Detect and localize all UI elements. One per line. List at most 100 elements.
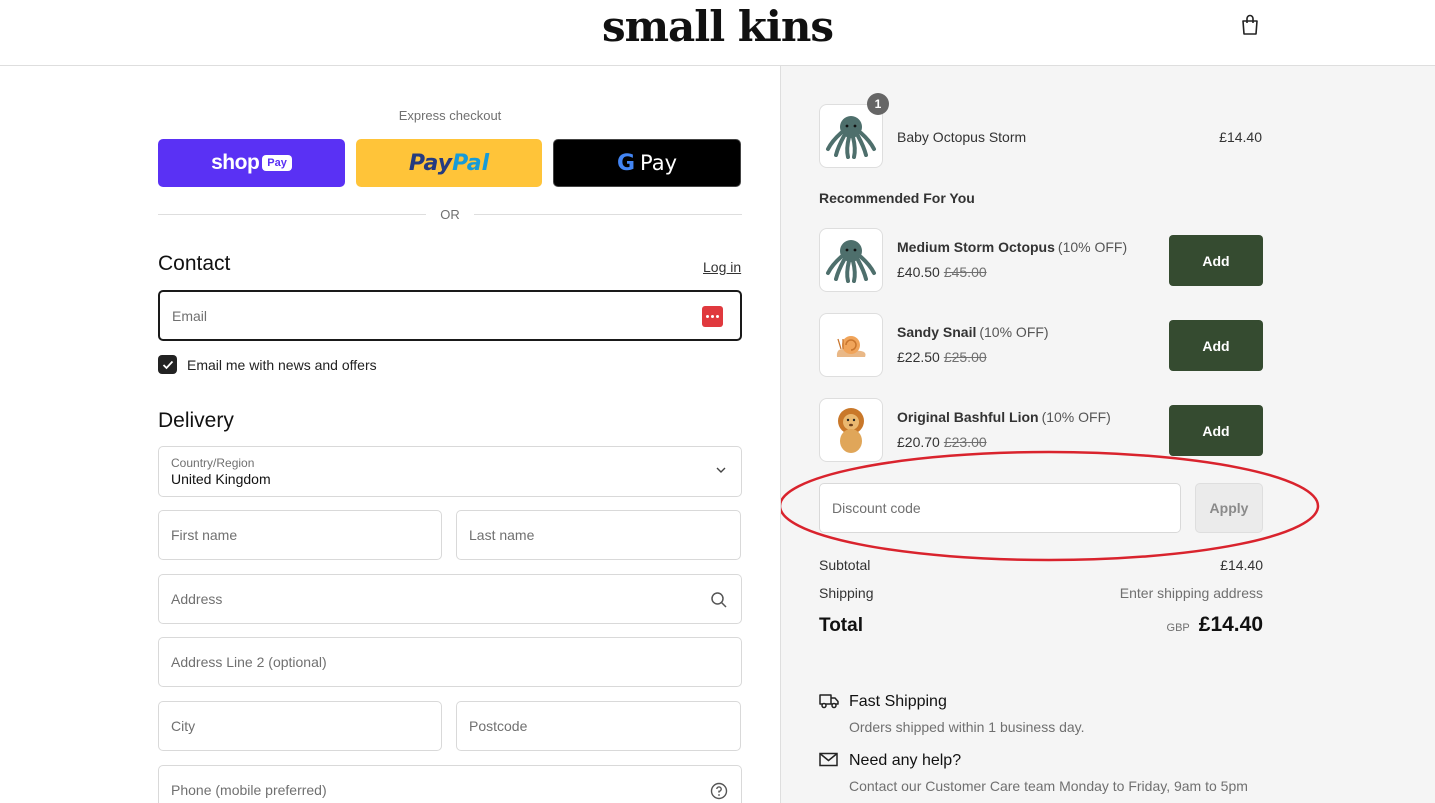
recommended-thumbnail[interactable] xyxy=(819,228,883,292)
shop-pay-word: shop xyxy=(211,151,260,174)
logo[interactable]: small kins xyxy=(0,2,1435,51)
country-value: United Kingdom xyxy=(171,471,271,487)
recommended-thumbnail[interactable] xyxy=(819,398,883,462)
divider-line xyxy=(473,213,742,215)
shop-pay-button[interactable]: shop Pay xyxy=(158,139,345,187)
recommended-sale-price: £40.50 xyxy=(897,264,940,280)
add-button[interactable]: Add xyxy=(1169,235,1263,286)
recommended-name-text: Sandy Snail xyxy=(897,324,977,340)
quantity-badge: 1 xyxy=(867,93,889,115)
email-field[interactable]: Email xyxy=(158,290,742,341)
total-label: Total xyxy=(819,615,863,636)
first-name-field[interactable]: First name xyxy=(158,510,442,560)
recommended-item: Original Bashful Lion (10% OFF) £20.70 £23… xyxy=(819,398,1263,462)
help-title: Need any help? xyxy=(849,752,962,769)
first-name-placeholder: First name xyxy=(171,527,238,543)
help-circle-icon[interactable] xyxy=(710,782,728,800)
address-field[interactable]: Address xyxy=(158,574,742,624)
newsletter-option: Email me with news and offers xyxy=(158,355,377,374)
total-value: £14.40 xyxy=(1198,613,1263,636)
newsletter-checkbox[interactable] xyxy=(158,355,177,374)
recommended-discount: (10% OFF) xyxy=(1057,239,1128,255)
google-pay-button[interactable]: G Pay xyxy=(553,139,741,187)
postcode-field[interactable]: Postcode xyxy=(456,701,741,751)
google-g-icon: G xyxy=(616,150,636,176)
divider-line xyxy=(158,213,427,215)
phone-placeholder: Phone (mobile preferred) xyxy=(171,782,327,798)
recommended-price: £40.50 £45.00 xyxy=(897,264,987,280)
fast-shipping-text: Orders shipped within 1 business day. xyxy=(849,719,1085,735)
total-row: Total GBP £14.40 xyxy=(819,613,1263,641)
recommended-thumbnail[interactable] xyxy=(819,313,883,377)
truck-icon xyxy=(819,694,839,709)
snail-image xyxy=(836,336,866,357)
recommended-item: Medium Storm Octopus (10% OFF) £40.50 £45.… xyxy=(819,228,1263,292)
password-manager-icon[interactable] xyxy=(702,306,723,327)
add-button[interactable]: Add xyxy=(1169,320,1263,371)
recommended-old-price: £25.00 xyxy=(943,349,987,365)
contact-title: Contact xyxy=(158,252,231,275)
paypal-logo-pay: Pay xyxy=(408,150,453,176)
last-name-placeholder: Last name xyxy=(469,527,535,543)
email-placeholder: Email xyxy=(172,307,208,324)
fast-shipping-title: Fast Shipping xyxy=(849,693,947,710)
mail-icon xyxy=(819,752,838,767)
or-divider: OR xyxy=(158,206,742,222)
login-link[interactable]: Log in xyxy=(703,259,741,275)
newsletter-label: Email me with news and offers xyxy=(187,356,377,373)
product-price: £14.40 xyxy=(1219,129,1262,145)
octopus-image xyxy=(826,240,876,283)
recommended-sale-price: £22.50 xyxy=(897,349,940,365)
recommended-name: Original Bashful Lion (10% OFF) xyxy=(897,409,1111,425)
currency-code: GBP xyxy=(1166,622,1190,634)
express-checkout-label: Express checkout xyxy=(398,108,502,123)
add-button[interactable]: Add xyxy=(1169,405,1263,456)
subtotal-row: Subtotal £14.40 xyxy=(819,557,1263,573)
check-icon xyxy=(162,360,173,369)
header: small kins xyxy=(0,0,1435,66)
city-placeholder: City xyxy=(171,718,196,734)
paypal-logo: PayPal xyxy=(409,151,489,176)
paypal-logo-pal: Pal xyxy=(452,150,490,176)
address-placeholder: Address xyxy=(171,591,223,607)
recommended-old-price: £45.00 xyxy=(943,264,987,280)
checkout-form: Express checkout shop Pay PayPal G Pay O… xyxy=(0,66,780,803)
city-field[interactable]: City xyxy=(158,701,442,751)
paypal-button[interactable]: PayPal xyxy=(356,139,542,187)
phone-field[interactable]: Phone (mobile preferred) xyxy=(158,765,742,803)
search-icon[interactable] xyxy=(710,591,728,609)
country-label: Country/Region xyxy=(171,456,255,470)
shipping-value: Enter shipping address xyxy=(1119,585,1263,601)
recommended-discount: (10% OFF) xyxy=(979,324,1049,340)
recommended-sale-price: £20.70 xyxy=(897,434,940,450)
recommended-discount: (10% OFF) xyxy=(1041,409,1111,425)
discount-code-field[interactable]: Discount code xyxy=(819,483,1181,533)
cart-button[interactable] xyxy=(1238,12,1262,38)
delivery-title: Delivery xyxy=(158,409,234,432)
shopping-bag-icon xyxy=(1242,14,1258,35)
discount-code-placeholder: Discount code xyxy=(832,500,921,516)
postcode-placeholder: Postcode xyxy=(469,718,528,734)
recommended-title: Recommended For You xyxy=(819,190,975,206)
shipping-label: Shipping xyxy=(819,585,874,601)
subtotal-label: Subtotal xyxy=(819,557,871,573)
order-summary: 1 Baby Octopus Storm £14.40 Recommended … xyxy=(780,66,1435,803)
recommended-item: Sandy Snail (10% OFF) £22.50 £25.00 Add xyxy=(819,313,1263,377)
total-price: GBP £14.40 xyxy=(1167,613,1263,637)
chevron-down-icon xyxy=(716,467,726,473)
last-name-field[interactable]: Last name xyxy=(456,510,741,560)
or-text: OR xyxy=(440,206,460,222)
recommended-price: £22.50 £25.00 xyxy=(897,349,987,365)
address-line-2-placeholder: Address Line 2 (optional) xyxy=(171,654,327,670)
country-select[interactable]: Country/Region United Kingdom xyxy=(158,446,742,497)
google-pay-word: Pay xyxy=(640,151,678,175)
subtotal-value: £14.40 xyxy=(1220,557,1263,573)
lion-image xyxy=(838,408,864,453)
recommended-name-text: Medium Storm Octopus xyxy=(897,239,1055,255)
product-name: Baby Octopus Storm xyxy=(897,129,1027,145)
octopus-image xyxy=(826,116,876,159)
recommended-old-price: £23.00 xyxy=(943,434,987,450)
apply-button[interactable]: Apply xyxy=(1195,483,1263,533)
address-line-2-field[interactable]: Address Line 2 (optional) xyxy=(158,637,742,687)
recommended-price: £20.70 £23.00 xyxy=(897,434,987,450)
